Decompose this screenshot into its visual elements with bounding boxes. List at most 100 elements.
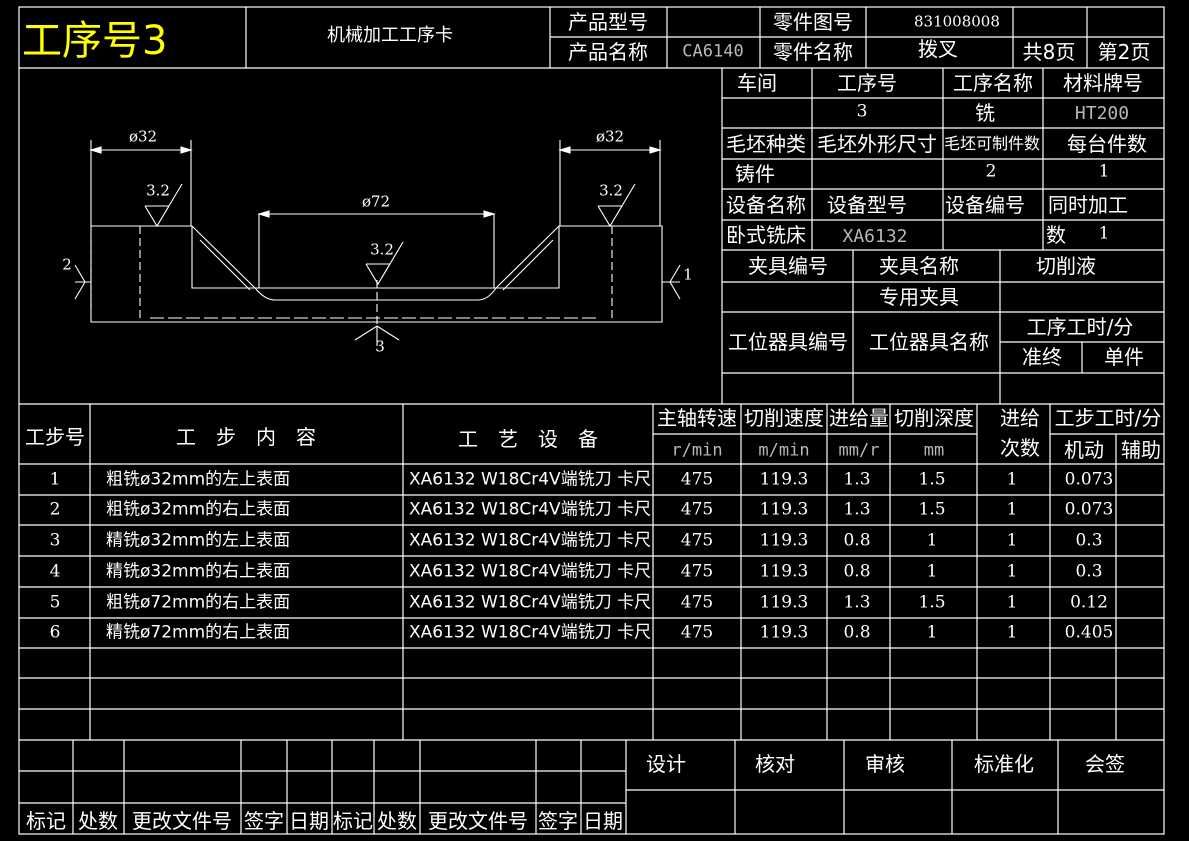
simultaneous-label: 同时加工 [1048,193,1128,217]
countersign-label: 会签 [1085,752,1125,776]
feed-header: 进给量 [829,406,889,430]
step-machine-time: 0.073 [1064,499,1114,520]
step-feed: 1.3 [843,592,871,612]
material-label: 材料牌号 [1063,71,1143,95]
coolant-label: 切削液 [1036,254,1096,278]
fixture-name-value: 专用夹具 [879,285,959,309]
step-equipment: XA6132 W18Cr4V端铣刀 卡尺 [409,469,652,489]
step-content: 粗铣ø32mm的右上表面 [106,499,291,520]
rev-doc-no-label-2: 更改文件号 [428,809,528,833]
rev-count-label-2: 处数 [377,809,417,833]
step-machine-time: 0.3 [1075,530,1103,550]
step-cut-depth: 1.5 [918,499,946,520]
step-cutting-speed: 119.3 [759,469,809,489]
standardization-label: 标准化 [974,752,1034,776]
blank-size-label: 毛坯外形尺寸 [817,132,937,156]
rev-count-label: 处数 [78,809,118,833]
check-label: 核对 [755,752,795,776]
step-passes: 1 [1006,499,1018,520]
datum-bottom-label: 3 [375,337,385,356]
blank-parts-label: 毛坯可制件数 [943,134,1041,153]
step-content-header: 工 步 内 容 [176,425,316,449]
step-spindle-speed: 475 [680,622,714,643]
step-spindle-speed: 475 [680,592,714,612]
station-tool-no-label: 工位器具编号 [728,330,848,354]
step-machine-time: 0.3 [1075,561,1103,581]
step-spindle-speed: 475 [680,469,714,489]
part-name-value: 拨叉 [918,37,958,61]
blank-type-value: 铸件 [735,162,775,186]
spindle-unit: r/min [671,440,723,461]
process-no-label: 工序号 [837,71,897,95]
parts-per-unit-label: 每台件数 [1067,132,1147,156]
station-tool-name-label: 工位器具名称 [869,330,989,354]
equip-name-label: 设备名称 [726,193,806,217]
step-cut-depth: 1.5 [918,592,946,612]
step-equipment: XA6132 W18Cr4V端铣刀 卡尺 [409,592,652,612]
cutting-speed-header: 切削速度 [744,406,824,430]
roughness-center-label: 3.2 [370,240,394,259]
step-machine-time: 0.073 [1064,469,1114,489]
depth-unit: mm [923,440,945,461]
step-machine-time: 0.405 [1064,622,1114,643]
step-cut-depth: 1.5 [918,469,946,489]
step-cutting-speed: 119.3 [759,499,809,520]
step-feed: 1.3 [843,469,871,489]
equip-no-label: 设备编号 [945,193,1025,217]
step-time-header: 工步工时/分 [1054,406,1162,430]
equipment-header: 工 艺 设 备 [458,427,598,451]
part-drawing-no-value: 831008008 [914,12,1000,31]
equip-name-value: 卧式铣床 [726,223,806,247]
step-equipment: XA6132 W18Cr4V端铣刀 卡尺 [409,530,652,550]
step-cut-depth: 1 [926,622,938,643]
rev-sign-label-2: 签字 [538,809,578,833]
step-spindle-speed: 475 [680,561,714,581]
step-passes: 1 [1006,622,1018,643]
step-cutting-speed: 119.3 [759,561,809,581]
step-feed: 0.8 [843,622,871,643]
passes-header: 进给次数 [1000,406,1040,460]
roughness-left-label: 3.2 [146,181,170,200]
review-label: 审核 [865,752,905,776]
speed-unit: m/min [758,440,810,461]
rev-date-label: 日期 [289,809,329,833]
rev-doc-no-label: 更改文件号 [132,809,232,833]
dimension-lines [89,140,662,226]
roughness-right-label: 3.2 [599,181,623,200]
step-content: 精铣ø32mm的右上表面 [106,561,291,581]
part-name-label: 零件名称 [773,40,853,64]
product-name-value: CA6140 [682,41,744,62]
step-cutting-speed: 119.3 [759,530,809,550]
blank-type-label: 毛坯种类 [726,132,806,156]
rev-date-label-2: 日期 [583,809,623,833]
datum-left-label: 2 [62,255,72,274]
process-time-label: 工序工时/分 [1026,315,1134,339]
step-cut-depth: 1 [926,561,938,581]
step-cutting-speed: 119.3 [759,622,809,643]
part-drawing-no-label: 零件图号 [773,10,853,34]
step-equipment: XA6132 W18Cr4V端铣刀 卡尺 [409,561,652,581]
step-cut-depth: 1 [926,530,938,550]
step-passes: 1 [1006,561,1018,581]
step-no-header: 工步号 [25,425,85,449]
design-label: 设计 [646,752,686,776]
fixture-name-label: 夹具名称 [879,254,959,278]
step-passes: 1 [1006,469,1018,489]
aux-time-header: 辅助 [1121,438,1161,462]
card-title: 机械加工工序卡 [327,25,453,46]
step-cutting-speed: 119.3 [759,592,809,612]
dim-left-label: ø32 [128,127,158,146]
step-content: 粗铣ø72mm的右上表面 [106,592,291,612]
process-no-value: 3 [856,101,868,122]
step-equipment: XA6132 W18Cr4V端铣刀 卡尺 [409,622,652,643]
step-number: 2 [49,499,61,520]
spindle-speed-header: 主轴转速 [657,406,737,430]
step-number: 1 [49,469,61,489]
process-number-title: 工序号3 [22,18,168,64]
step-machine-time: 0.12 [1070,592,1108,612]
step-number: 4 [49,561,61,581]
product-name-label: 产品名称 [568,40,648,64]
step-feed: 1.3 [843,499,871,520]
step-equipment: XA6132 W18Cr4V端铣刀 卡尺 [409,499,652,520]
step-number: 6 [49,622,61,643]
